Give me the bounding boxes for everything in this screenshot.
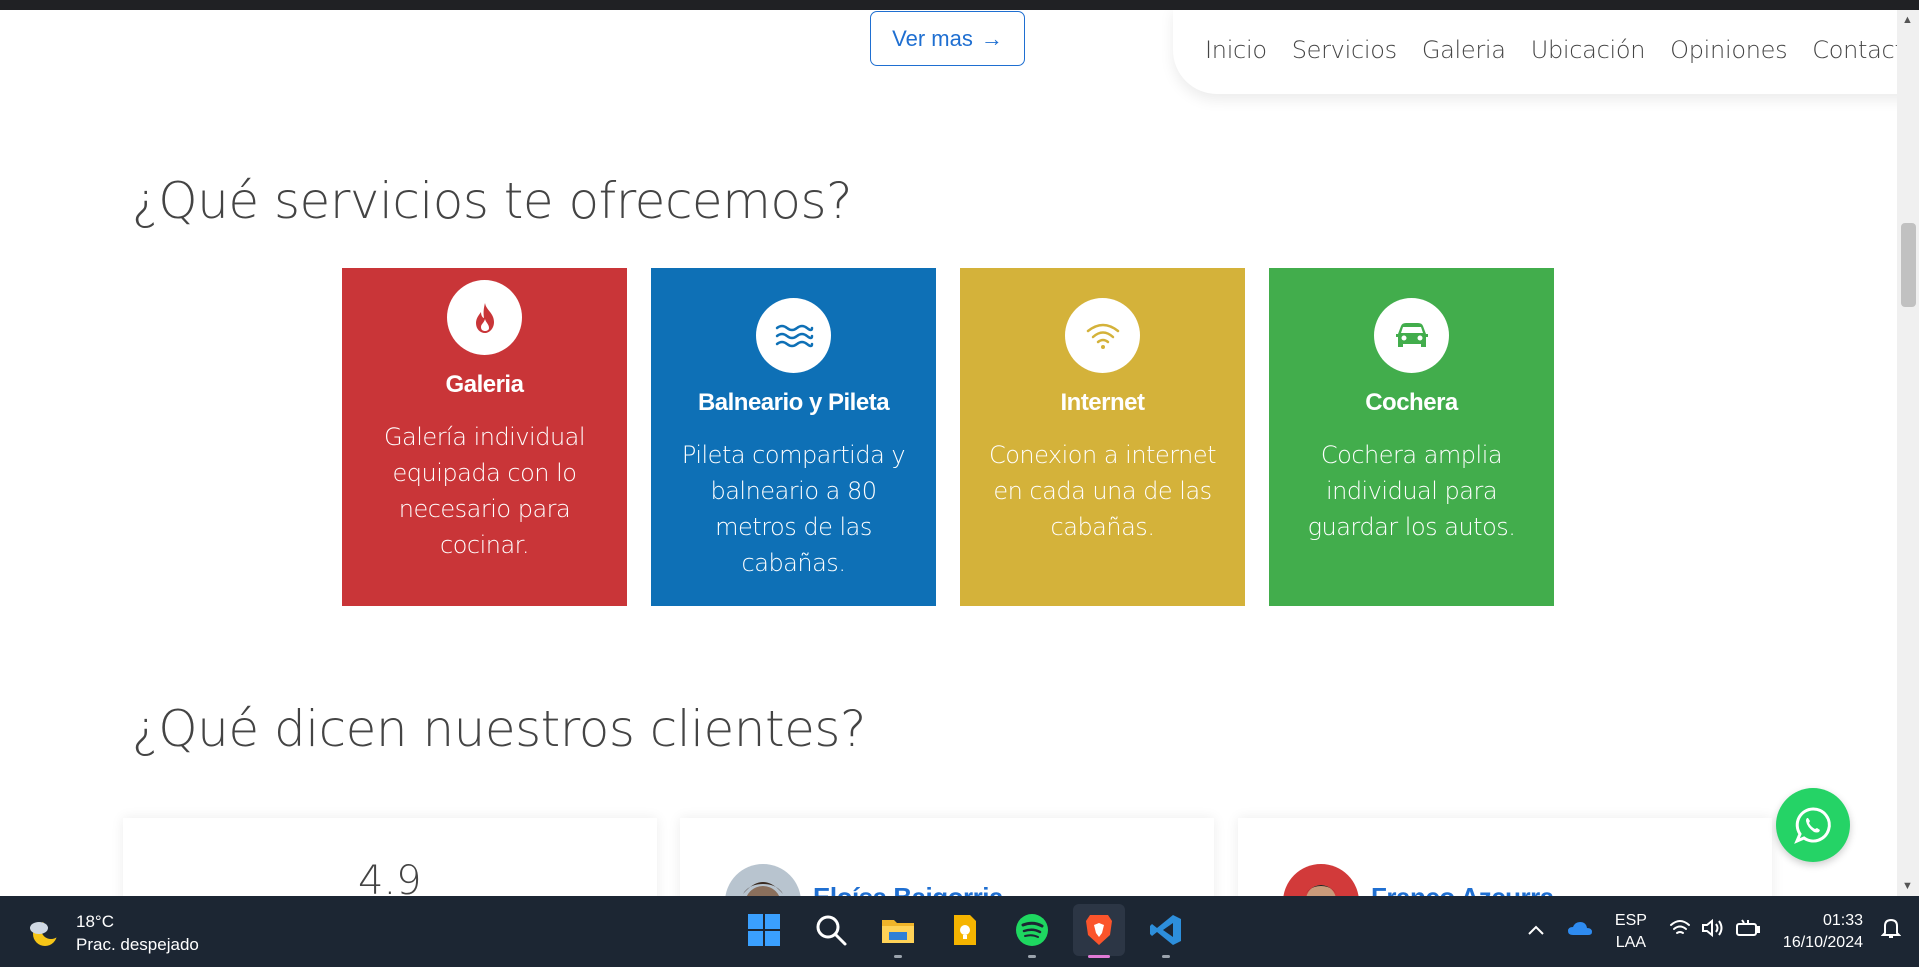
- nav-link-ubicacion[interactable]: Ubicación: [1531, 36, 1646, 64]
- app-running-indicator: [1028, 955, 1036, 958]
- services-cards: Galeria Galería individual equipada con …: [342, 268, 1554, 606]
- taskbar-apps: [738, 904, 1192, 958]
- app-active-indicator: [1088, 955, 1110, 958]
- top-navbar: Inicio Servicios Galeria Ubicación Opini…: [1173, 10, 1897, 94]
- vscode-icon[interactable]: [1140, 904, 1192, 958]
- windows-start-icon[interactable]: [738, 904, 790, 956]
- onedrive-cloud-icon[interactable]: [1567, 920, 1593, 943]
- browser-top-strip: [0, 0, 1919, 10]
- wifi-icon[interactable]: [1669, 919, 1691, 944]
- nav-link-galeria[interactable]: Galeria: [1422, 36, 1506, 64]
- service-title: Balneario y Pileta: [697, 389, 890, 416]
- reviewer-name[interactable]: Eloísa Baigorria: [813, 882, 1003, 896]
- web-page: Ver mas → Inicio Servicios Galeria Ubica…: [0, 10, 1897, 896]
- nav-link-inicio[interactable]: Inicio: [1205, 36, 1267, 64]
- review-card: Franco Azcurra: [1238, 818, 1772, 896]
- service-description: Pileta compartida y balneario a 80 metro…: [681, 441, 906, 577]
- screen: Ver mas → Inicio Servicios Galeria Ubica…: [0, 0, 1919, 967]
- weather-temperature: 18°C: [76, 912, 114, 931]
- service-card-internet: Internet Conexion a internet en cada una…: [960, 268, 1245, 606]
- service-title: Internet: [1060, 389, 1145, 416]
- system-clock[interactable]: 01:33 16/10/2024: [1783, 910, 1863, 954]
- car-icon: [1374, 298, 1449, 373]
- language-indicator[interactable]: ESP LAA: [1615, 910, 1647, 954]
- service-card-cochera: Cochera Cochera amplia individual para g…: [1269, 268, 1554, 606]
- nav-link-opiniones[interactable]: Opiniones: [1670, 36, 1787, 64]
- ver-mas-button[interactable]: Ver mas →: [870, 11, 1025, 66]
- clock-time: 01:33: [1822, 911, 1863, 929]
- page-scrollbar[interactable]: ▲ ▼: [1897, 10, 1919, 896]
- whatsapp-button[interactable]: [1776, 788, 1850, 862]
- battery-icon[interactable]: [1735, 919, 1761, 944]
- reviewer-name[interactable]: Franco Azcurra: [1371, 882, 1554, 896]
- arrow-right-icon: →: [980, 25, 1003, 51]
- clients-section-title: ¿Qué dicen nuestros clientes?: [132, 700, 866, 758]
- volume-icon[interactable]: [1701, 918, 1725, 945]
- scroll-down-icon[interactable]: ▼: [1902, 880, 1913, 892]
- services-section-title: ¿Qué servicios te ofrecemos?: [132, 172, 853, 230]
- service-description: Galería individual equipada con lo neces…: [383, 423, 586, 559]
- service-title: Cochera: [1365, 389, 1458, 416]
- notifications-bell-icon[interactable]: [1880, 917, 1902, 946]
- wifi-icon: [1065, 298, 1140, 373]
- scroll-up-icon[interactable]: ▲: [1902, 14, 1913, 26]
- fire-icon: [447, 280, 522, 355]
- service-description: Conexion a internet en cada una de las c…: [988, 441, 1217, 541]
- service-title: Galeria: [445, 371, 524, 398]
- keyboard-layout: LAA: [1615, 933, 1647, 951]
- water-waves-icon: [756, 298, 831, 373]
- weather-description: Prac. despejado: [76, 935, 199, 954]
- brave-browser-icon[interactable]: [1073, 904, 1125, 958]
- search-icon[interactable]: [805, 904, 857, 956]
- scrollbar-thumb[interactable]: [1901, 223, 1916, 307]
- avatar: [1283, 864, 1359, 896]
- weather-widget[interactable]: 18°C Prac. despejado: [26, 910, 199, 956]
- windows-taskbar: 18°C Prac. despejado ESP LAA 01:33 16/10…: [0, 896, 1919, 967]
- chevron-up-icon[interactable]: [1527, 921, 1545, 943]
- system-tray: ESP LAA 01:33 16/10/2024: [1527, 896, 1919, 967]
- app-running-indicator: [1162, 955, 1170, 958]
- clock-date: 16/10/2024: [1782, 933, 1863, 951]
- nav-link-servicios[interactable]: Servicios: [1292, 36, 1397, 64]
- keep-notes-icon[interactable]: [939, 904, 991, 956]
- weather-moon-cloud-icon: [30, 919, 61, 946]
- file-explorer-icon[interactable]: [872, 904, 924, 958]
- nav-link-contacto[interactable]: Contacto: [1812, 36, 1897, 64]
- spotify-icon[interactable]: [1006, 904, 1058, 958]
- service-card-galeria: Galeria Galería individual equipada con …: [342, 268, 627, 606]
- rating-card: 4.9: [123, 818, 657, 896]
- rating-score: 4.9: [358, 858, 422, 896]
- language-code: ESP: [1614, 911, 1647, 929]
- service-card-balneario: Balneario y Pileta Pileta compartida y b…: [651, 268, 936, 606]
- review-card: Eloísa Baigorria: [680, 818, 1214, 896]
- app-running-indicator: [894, 955, 902, 958]
- ver-mas-label: Ver mas: [892, 25, 973, 51]
- avatar: [725, 864, 801, 896]
- service-description: Cochera amplia individual para guardar l…: [1307, 441, 1516, 541]
- whatsapp-icon: [1794, 807, 1831, 844]
